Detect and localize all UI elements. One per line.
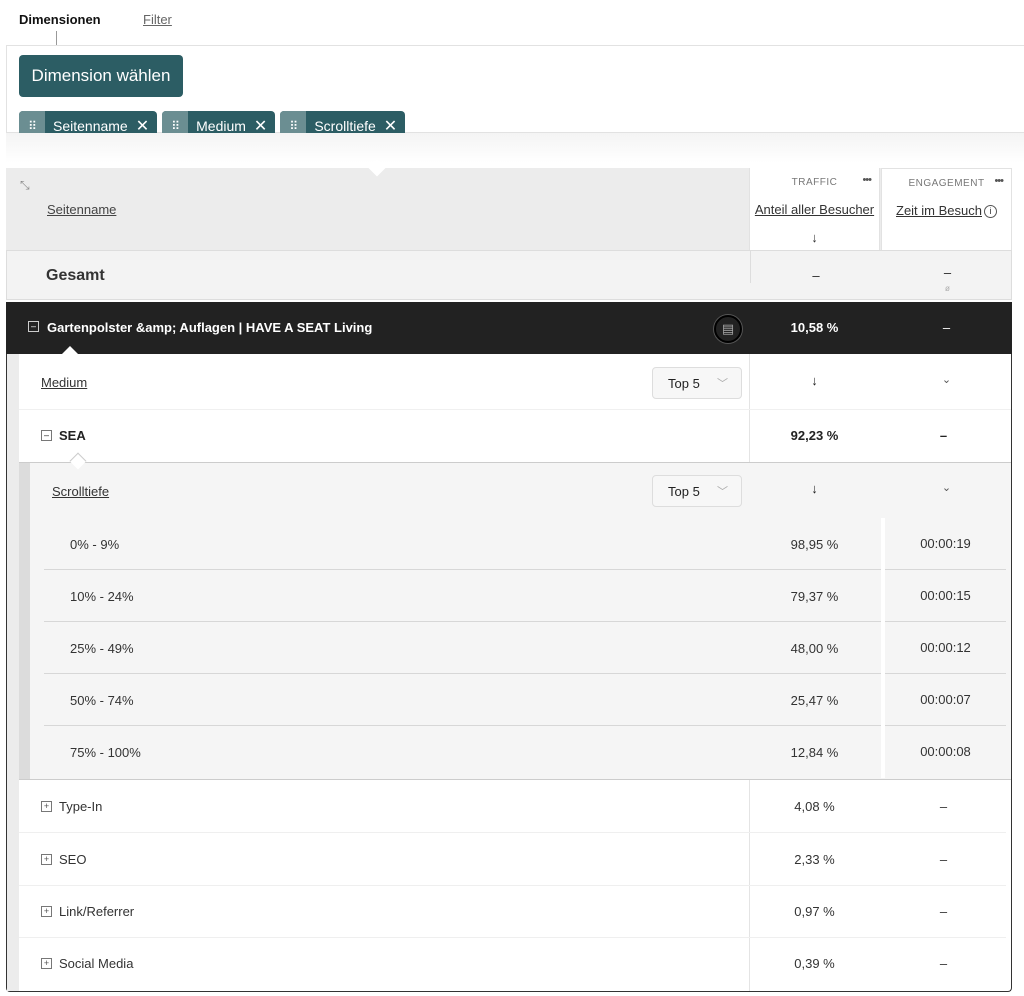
medium-subheader: Medium Top 5 ﹀ ↓ ⌄ xyxy=(19,354,1011,410)
sort-desc-icon[interactable]: ↓ xyxy=(749,481,880,496)
top-select-value: Top 5 xyxy=(668,483,700,499)
traffic-value: 2,33 % xyxy=(794,852,835,867)
expand-row-icon[interactable]: + xyxy=(41,854,52,865)
medium-top-select[interactable]: Top 5 ﹀ xyxy=(652,367,742,399)
scroll-depth-label: 50% - 74% xyxy=(70,693,134,708)
expand-pointer xyxy=(62,346,78,354)
chevron-down-icon: ﹀ xyxy=(717,378,728,390)
time-value: – xyxy=(939,904,948,919)
medium-label: Link/Referrer xyxy=(59,904,135,919)
traffic-value: 0,39 % xyxy=(794,956,835,971)
scroll-depth-label: 0% - 9% xyxy=(70,537,120,552)
sort-desc-icon[interactable]: ↓ xyxy=(750,230,879,245)
nesting-bar xyxy=(19,463,30,779)
engagement-group-label: ENGAGEMENT xyxy=(908,178,985,189)
table-row[interactable]: 10% - 24% 79,37 % 00:00:15 xyxy=(44,570,1006,622)
page-name: Gartenpolster &amp; Auflagen | HAVE A SE… xyxy=(47,320,373,335)
chevron-down-icon: ﹀ xyxy=(717,486,728,498)
metric-time-label: Zeit im Besuch xyxy=(896,203,982,218)
collapse-row-icon[interactable]: – xyxy=(41,430,52,441)
page-traffic: 10,58 % xyxy=(790,320,839,335)
traffic-value: 12,84 % xyxy=(790,745,839,760)
expand-row-icon[interactable]: + xyxy=(41,801,52,812)
average-symbol: ø xyxy=(945,284,950,293)
tab-bar: Dimensionen Filter xyxy=(0,0,1024,46)
time-value: 00:00:12 xyxy=(881,622,1006,674)
chevron-down-icon[interactable]: ⌄ xyxy=(881,373,1012,386)
time-value: 00:00:19 xyxy=(881,518,1006,570)
panel-shadow xyxy=(6,133,1024,163)
traffic-group-label: TRAFFIC xyxy=(791,177,838,188)
time-value: 00:00:07 xyxy=(881,674,1006,726)
scrolltiefe-subheader: Scrolltiefe Top 5 ﹀ ↓ ⌄ xyxy=(30,463,1011,517)
chip-label: Seitenname xyxy=(53,118,128,134)
choose-dimension-button[interactable]: Dimension wählen xyxy=(19,55,183,97)
scroll-depth-label: 75% - 100% xyxy=(70,745,141,760)
traffic-value: 25,47 % xyxy=(790,693,839,708)
table-row[interactable]: 50% - 74% 25,47 % 00:00:07 xyxy=(44,674,1006,726)
table-row[interactable]: + SEO 2,33 % – xyxy=(19,834,1006,886)
engagement-column-header: ENGAGEMENT ••• Zeit im Besuch i xyxy=(881,168,1012,250)
top-select-value: Top 5 xyxy=(668,375,700,391)
sea-engagement: – xyxy=(939,428,948,443)
chip-label: Scrolltiefe xyxy=(314,118,376,134)
collapse-row-icon[interactable]: – xyxy=(28,321,39,332)
collapse-icon[interactable]: ⤡ xyxy=(20,178,30,193)
time-value: 00:00:08 xyxy=(881,726,1006,778)
table-row[interactable]: + Type-In 4,08 % – xyxy=(19,781,1006,833)
more-icon[interactable]: ••• xyxy=(862,174,872,186)
time-value: – xyxy=(939,799,948,814)
page-engagement: – xyxy=(942,320,951,335)
medium-label: Social Media xyxy=(59,956,134,971)
dimension-column-header[interactable]: Seitenname xyxy=(47,202,116,217)
expand-row-icon[interactable]: + xyxy=(41,958,52,969)
scrolltiefe-dimension-link[interactable]: Scrolltiefe xyxy=(52,484,109,499)
table-row[interactable]: + Link/Referrer 0,97 % – xyxy=(19,886,1006,938)
medium-dimension-link[interactable]: Medium xyxy=(41,375,87,390)
scroll-depth-label: 25% - 49% xyxy=(70,641,134,656)
scroll-depth-label: 10% - 24% xyxy=(70,589,134,604)
medium-label: SEO xyxy=(59,852,87,867)
tab-filter[interactable]: Filter xyxy=(143,12,172,27)
metric-share-visitors[interactable]: Anteil aller Besucher xyxy=(750,202,879,217)
scrolltiefe-top-select[interactable]: Top 5 ﹀ xyxy=(652,475,742,507)
chip-label: Medium xyxy=(196,118,246,134)
table-row[interactable]: 0% - 9% 98,95 % 00:00:19 xyxy=(44,518,1006,570)
page-row[interactable]: – Gartenpolster &amp; Auflagen | HAVE A … xyxy=(6,302,1012,354)
sea-traffic: 92,23 % xyxy=(790,428,839,443)
traffic-column-header: TRAFFIC ••• Anteil aller Besucher ↓ xyxy=(749,168,880,250)
table-header: ⤡ Seitenname TRAFFIC ••• Anteil aller Be… xyxy=(6,159,1012,250)
traffic-value: 0,97 % xyxy=(794,904,835,919)
nesting-bar xyxy=(7,354,19,991)
time-value: – xyxy=(939,956,948,971)
total-traffic: – xyxy=(750,251,881,283)
medium-label: Type-In xyxy=(59,799,103,814)
time-value: – xyxy=(939,852,948,867)
traffic-value: 98,95 % xyxy=(790,537,839,552)
table-row[interactable]: 25% - 49% 48,00 % 00:00:12 xyxy=(44,622,1006,674)
metric-time-in-visit[interactable]: Zeit im Besuch i xyxy=(882,203,1011,218)
tab-dimensions[interactable]: Dimensionen xyxy=(19,12,101,27)
total-row: Gesamt – – ø xyxy=(6,250,1012,300)
info-icon[interactable]: i xyxy=(983,205,997,218)
total-label: Gesamt xyxy=(46,267,105,284)
total-engagement: – xyxy=(943,265,952,280)
time-value: 00:00:15 xyxy=(881,570,1006,622)
sort-desc-icon[interactable]: ↓ xyxy=(749,373,880,388)
expand-row-icon[interactable]: + xyxy=(41,906,52,917)
chevron-down-icon[interactable]: ⌄ xyxy=(881,481,1012,494)
table-row[interactable]: + Social Media 0,39 % – xyxy=(19,938,1006,990)
document-icon[interactable]: ▤ xyxy=(714,315,742,343)
traffic-value: 48,00 % xyxy=(790,641,839,656)
sea-row[interactable]: – SEA 92,23 % – xyxy=(19,410,1011,462)
table-row[interactable]: 75% - 100% 12,84 % 00:00:08 xyxy=(44,726,1006,778)
sea-label: SEA xyxy=(59,428,86,443)
more-icon[interactable]: ••• xyxy=(994,175,1004,187)
tab-indicator xyxy=(56,31,57,45)
traffic-value: 4,08 % xyxy=(794,799,835,814)
traffic-value: 79,37 % xyxy=(790,589,839,604)
